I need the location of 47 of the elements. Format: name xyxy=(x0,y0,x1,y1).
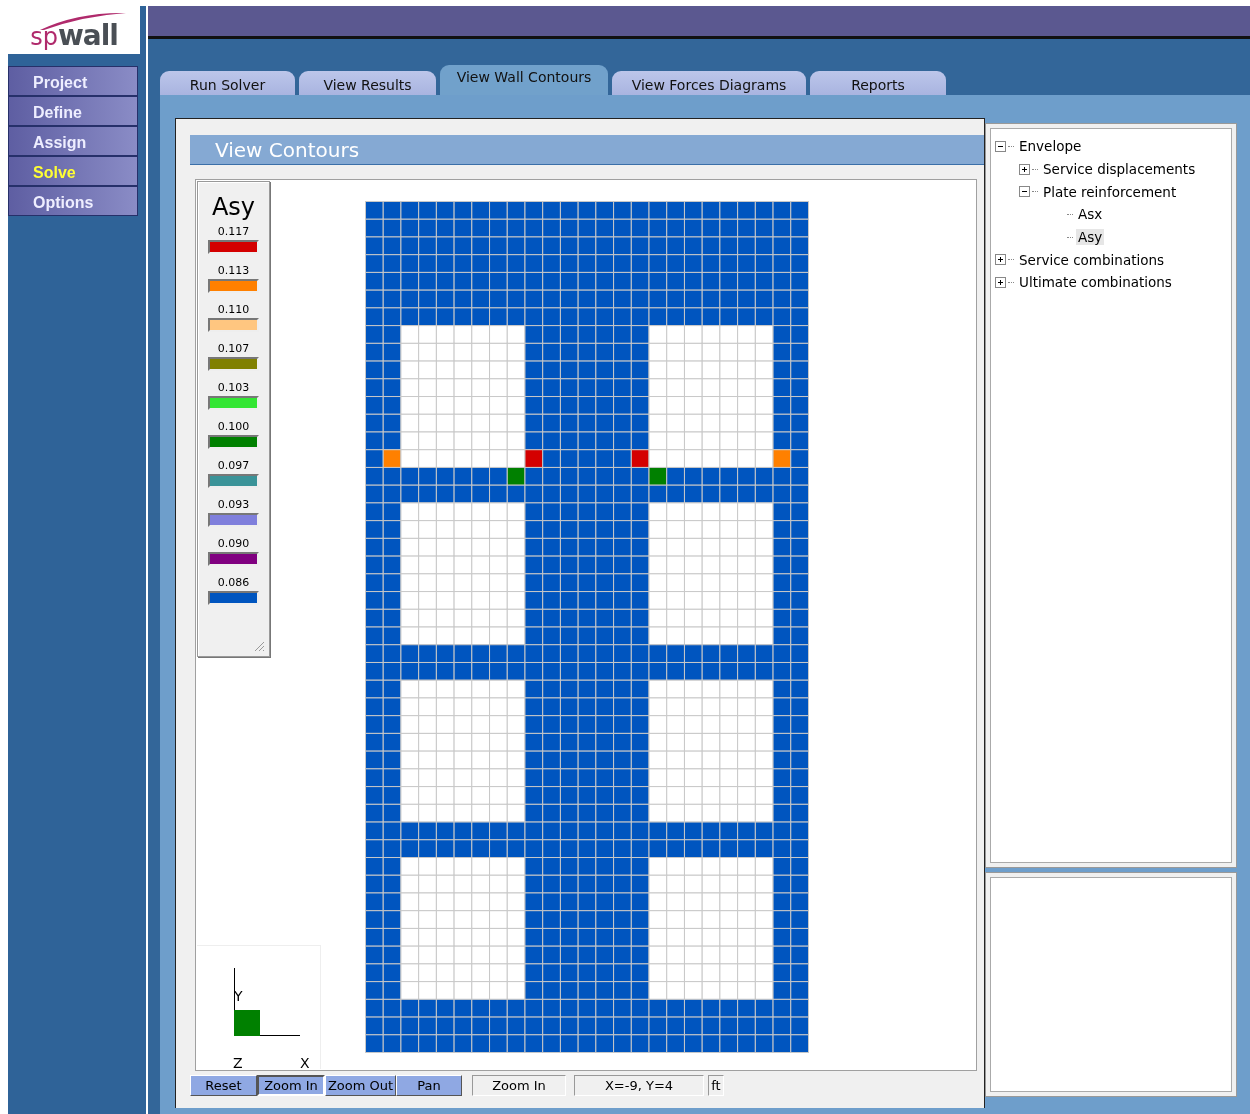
panel-title: View Contours xyxy=(190,135,984,165)
app-logo: spwall xyxy=(30,22,118,50)
tab[interactable]: Reports xyxy=(810,71,946,95)
tab[interactable]: View Results xyxy=(299,71,436,95)
toolbar-button[interactable]: Zoom In xyxy=(257,1074,325,1096)
expand-toggle-icon[interactable] xyxy=(995,276,1006,288)
expand-toggle-icon[interactable] xyxy=(995,254,1006,266)
axis-label: Z xyxy=(233,1055,243,1069)
axis-triad-drawing xyxy=(233,967,301,1037)
tab[interactable]: View Forces Diagrams xyxy=(612,71,806,95)
legend-value: 0.117 xyxy=(217,225,250,241)
expand-toggle-icon[interactable] xyxy=(1019,163,1030,175)
menu-item[interactable]: Options xyxy=(8,186,138,216)
tab[interactable]: View Wall Contours xyxy=(440,65,608,95)
coordinates-field: X=-9, Y=4 xyxy=(574,1074,704,1096)
legend-value: 0.093 xyxy=(217,498,250,514)
collapse-toggle-icon[interactable] xyxy=(1019,186,1030,198)
tree-item[interactable]: Asy xyxy=(1076,229,1105,246)
mode-field: Zoom In xyxy=(472,1074,566,1096)
toolbar-button[interactable]: Reset xyxy=(190,1074,257,1096)
legend-value: 0.086 xyxy=(217,576,250,592)
menu-item[interactable]: Assign xyxy=(8,126,138,156)
tree-item[interactable]: Service combinations xyxy=(1017,251,1167,268)
menu-item[interactable]: Solve xyxy=(8,156,138,186)
toolbar-button[interactable]: Zoom Out xyxy=(325,1074,396,1096)
tab[interactable]: Run Solver xyxy=(160,71,295,95)
tree-item[interactable]: Service displacements xyxy=(1041,161,1198,178)
toolbar-button[interactable]: Pan xyxy=(396,1074,462,1096)
menu-item[interactable]: Define xyxy=(8,96,138,126)
tree-item[interactable]: Envelope xyxy=(1017,138,1084,155)
collapse-toggle-icon[interactable] xyxy=(995,140,1006,152)
axis-label: X xyxy=(300,1055,310,1069)
legend-value: 0.097 xyxy=(217,459,250,475)
tree-item[interactable]: Plate reinforcement xyxy=(1041,183,1179,200)
unit-field: ft xyxy=(708,1074,724,1096)
resize-grip-icon[interactable] xyxy=(254,641,265,652)
tree-item[interactable]: Asx xyxy=(1076,206,1105,223)
legend-value: 0.090 xyxy=(217,537,250,553)
legend-value: 0.110 xyxy=(217,303,250,319)
legend-title: Asy xyxy=(211,194,256,221)
legend-value: 0.100 xyxy=(217,420,250,436)
tree-item[interactable]: Ultimate combinations xyxy=(1017,274,1174,291)
menu-item[interactable]: Project xyxy=(8,66,138,96)
axis-label: Y xyxy=(234,988,243,1004)
legend-value: 0.103 xyxy=(217,381,250,397)
legend-value: 0.113 xyxy=(217,264,250,280)
legend-value: 0.107 xyxy=(217,342,250,358)
